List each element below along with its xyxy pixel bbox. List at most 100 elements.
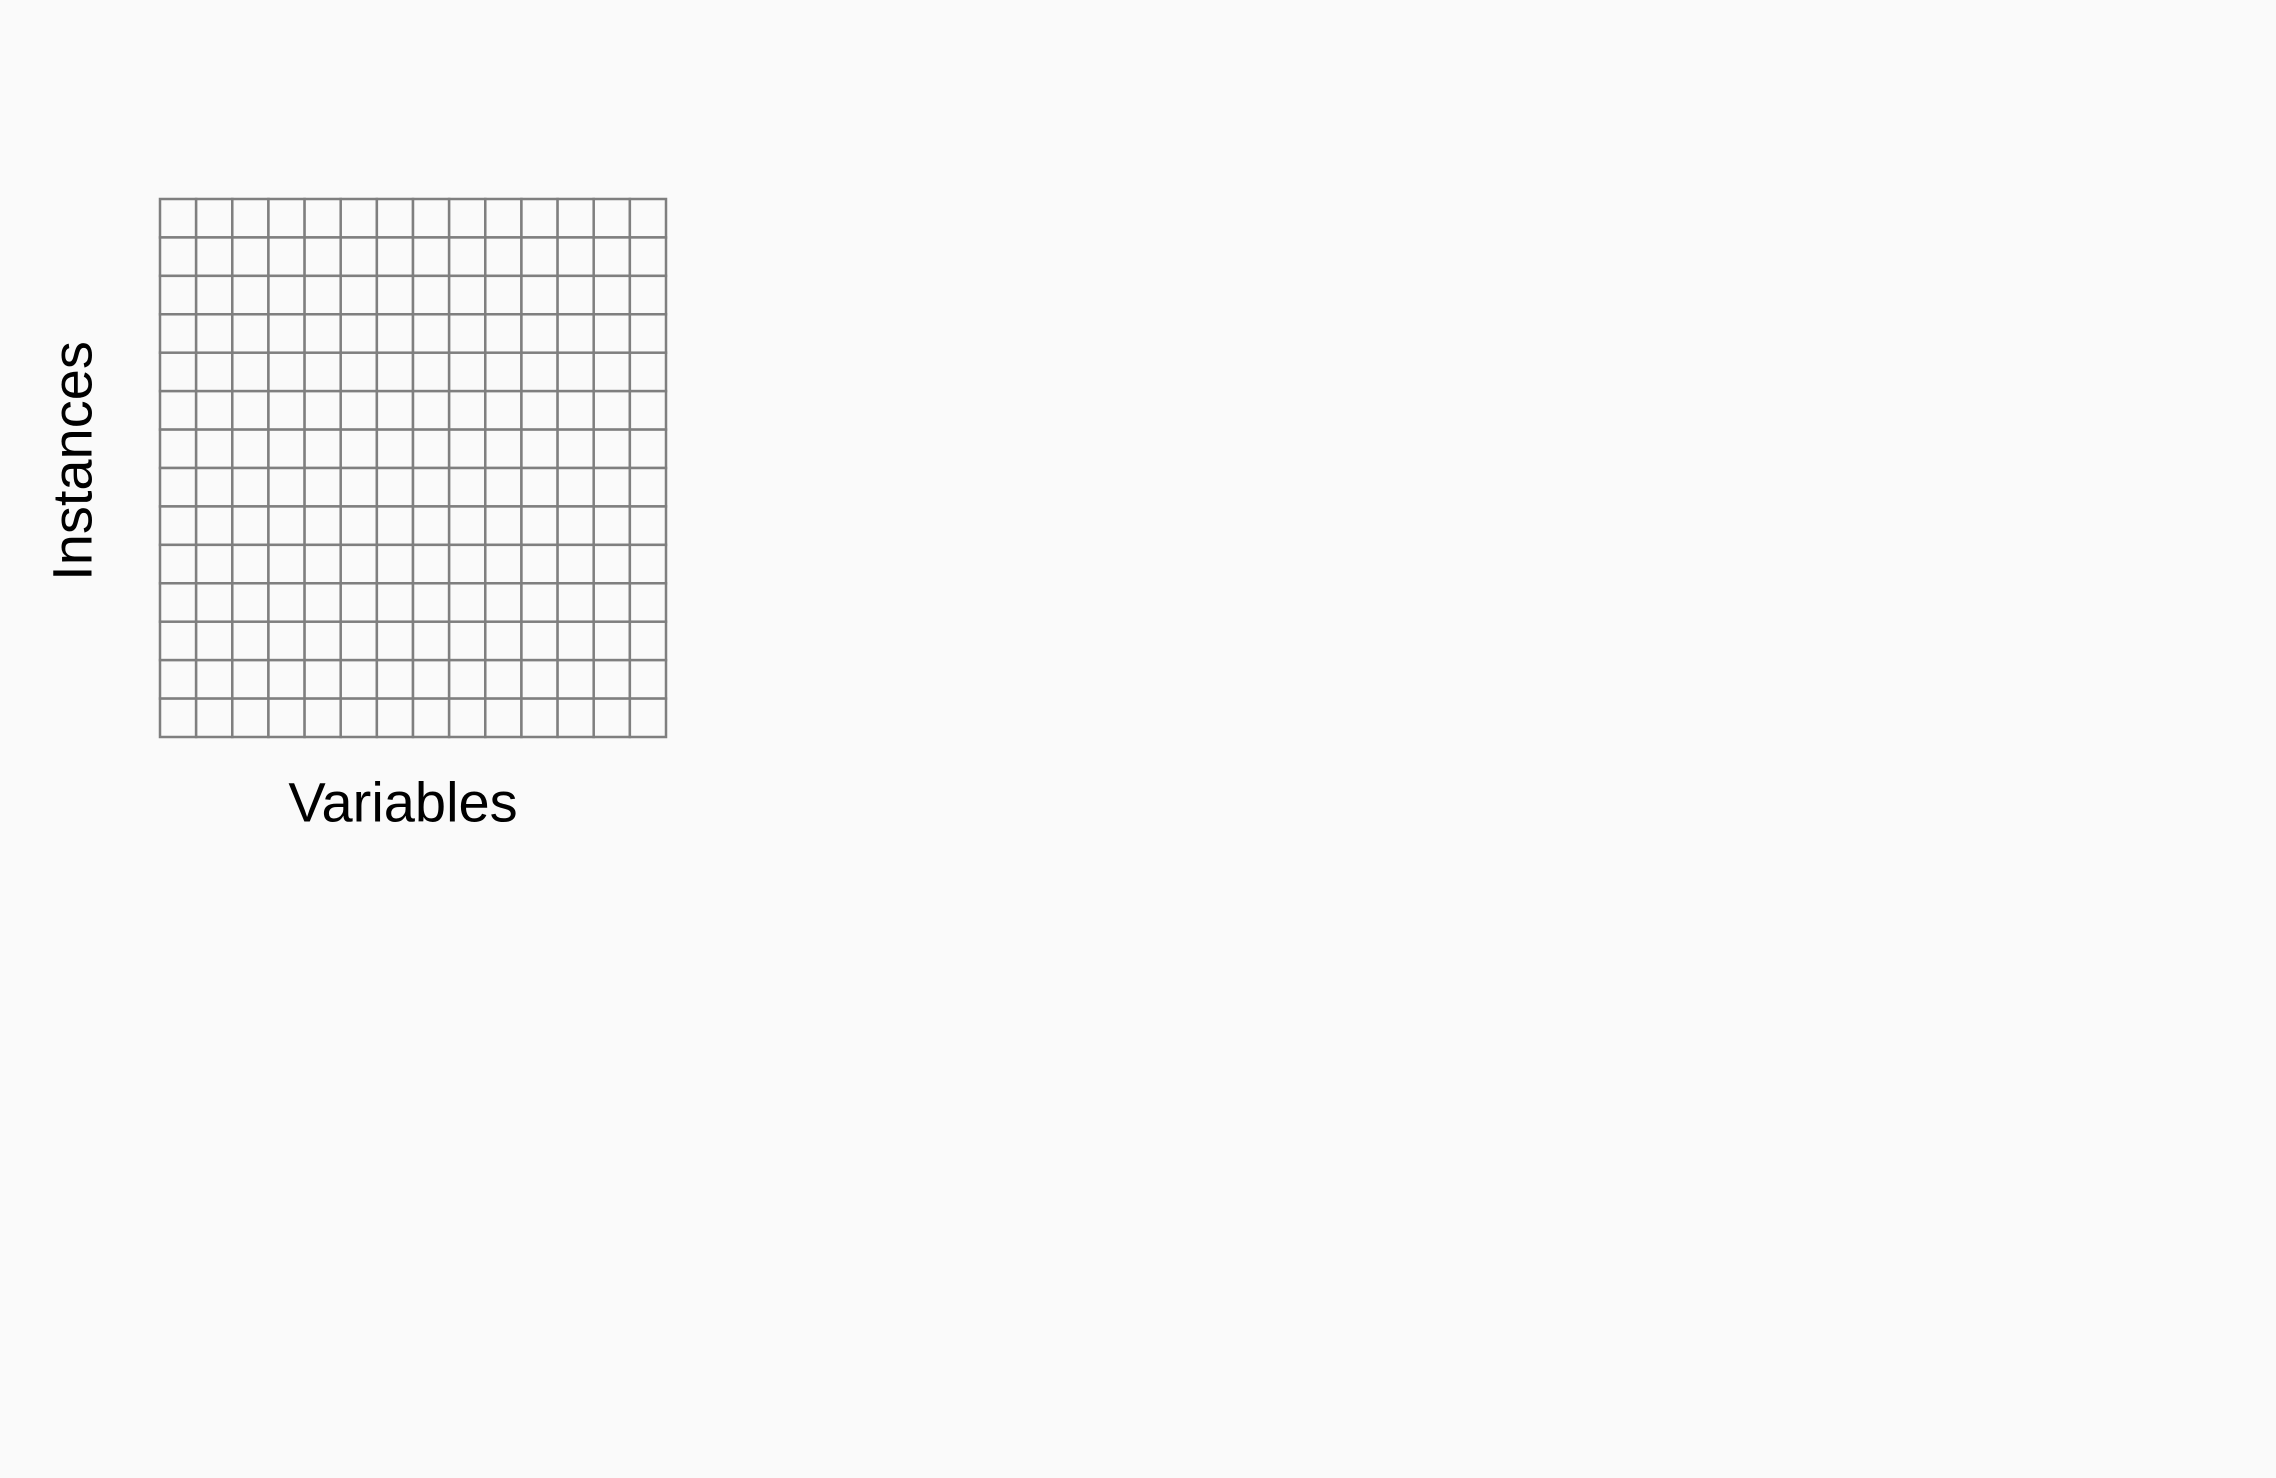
matrix-cell [520,466,559,508]
matrix-cell [411,197,451,239]
matrix-cell [447,274,487,316]
matrix-cell [231,505,270,547]
matrix-cell [194,313,234,354]
matrix-cell [303,313,342,354]
matrix-cell [592,697,632,739]
matrix-cell [194,543,234,585]
matrix-cell [484,697,523,739]
matrix-cell [267,313,306,354]
matrix-cell [303,236,342,278]
matrix-cell [231,620,270,662]
matrix-cell [484,466,523,508]
matrix-cell [375,351,415,393]
matrix-cell [520,505,559,547]
matrix-cell [194,389,234,431]
matrix-cell [158,697,198,739]
matrix-cell [194,697,234,739]
matrix-cell [411,351,451,393]
matrix-cell [520,620,559,662]
matrix-cell [628,697,668,739]
matrix-cell [158,197,198,239]
matrix-cell [194,274,234,316]
matrix-cell [447,543,487,585]
matrix-cell [303,466,342,508]
matrix-cell [628,313,668,354]
matrix-cell [520,236,559,278]
matrix-cell [592,543,632,585]
matrix-cell [556,236,595,278]
matrix-cell [556,505,595,547]
matrix-cell [375,466,415,508]
matrix-cell [375,543,415,585]
matrix-cell [447,236,487,278]
matrix-cell [628,658,668,700]
matrix-cell [194,197,234,239]
matrix-cell [158,236,198,278]
matrix-cell [628,466,668,508]
matrix-cell [411,428,451,470]
matrix-cell [447,389,487,431]
instances-axis-label: Instances [40,341,104,581]
matrix-cell [628,197,668,239]
matrix-cell [231,389,270,431]
matrix-cell [628,505,668,547]
matrix-cell [375,428,415,470]
matrix-cell [592,428,632,470]
matrix-cell [158,466,198,508]
matrix-cell [231,351,270,393]
matrix-cell [303,505,342,547]
matrix-cell [592,197,632,239]
matrix-cell [375,197,415,239]
matrix-cell [375,505,415,547]
matrix-cell [158,313,198,354]
matrix-cell [267,351,306,393]
matrix-cell [411,620,451,662]
matrix-cell [556,351,595,393]
matrix-cell [158,389,198,431]
matrix-cell [592,389,632,431]
slide-canvas: Instances Variables [0,0,2276,1478]
matrix-cell [267,620,306,662]
matrix-cell [447,697,487,739]
matrix-cell [194,582,234,623]
matrix-cell [339,389,379,431]
matrix-cell [411,466,451,508]
matrix-cell [592,466,632,508]
matrix-cell [194,236,234,278]
matrix-cell [375,697,415,739]
matrix-cell [556,620,595,662]
matrix-cell [231,274,270,316]
matrix-cell [339,505,379,547]
matrix-cell [592,658,632,700]
matrix-cell [267,197,306,239]
matrix-cell [484,197,523,239]
matrix-cell [484,313,523,354]
matrix-cell [556,697,595,739]
matrix-cell [520,428,559,470]
matrix-cell [556,274,595,316]
matrix-cell [303,351,342,393]
matrix-cell [628,582,668,623]
matrix-cell [411,236,451,278]
matrix-cell [339,351,379,393]
matrix-cell [375,620,415,662]
matrix-cell [556,543,595,585]
matrix-cell [484,658,523,700]
matrix-cell [484,351,523,393]
matrix-cell [303,197,342,239]
matrix-cell [628,389,668,431]
matrix-cell [267,697,306,739]
matrix-cell [231,197,270,239]
matrix-cell [267,543,306,585]
matrix-cell [520,543,559,585]
matrix-cell [520,658,559,700]
matrix-cell [267,236,306,278]
matrix-cell [339,543,379,585]
matrix-cell [592,313,632,354]
matrix-cell [628,236,668,278]
matrix-cell [158,582,198,623]
matrix-cell [339,697,379,739]
matrix-cell [484,389,523,431]
matrix-cell [267,466,306,508]
matrix-cell [194,428,234,470]
